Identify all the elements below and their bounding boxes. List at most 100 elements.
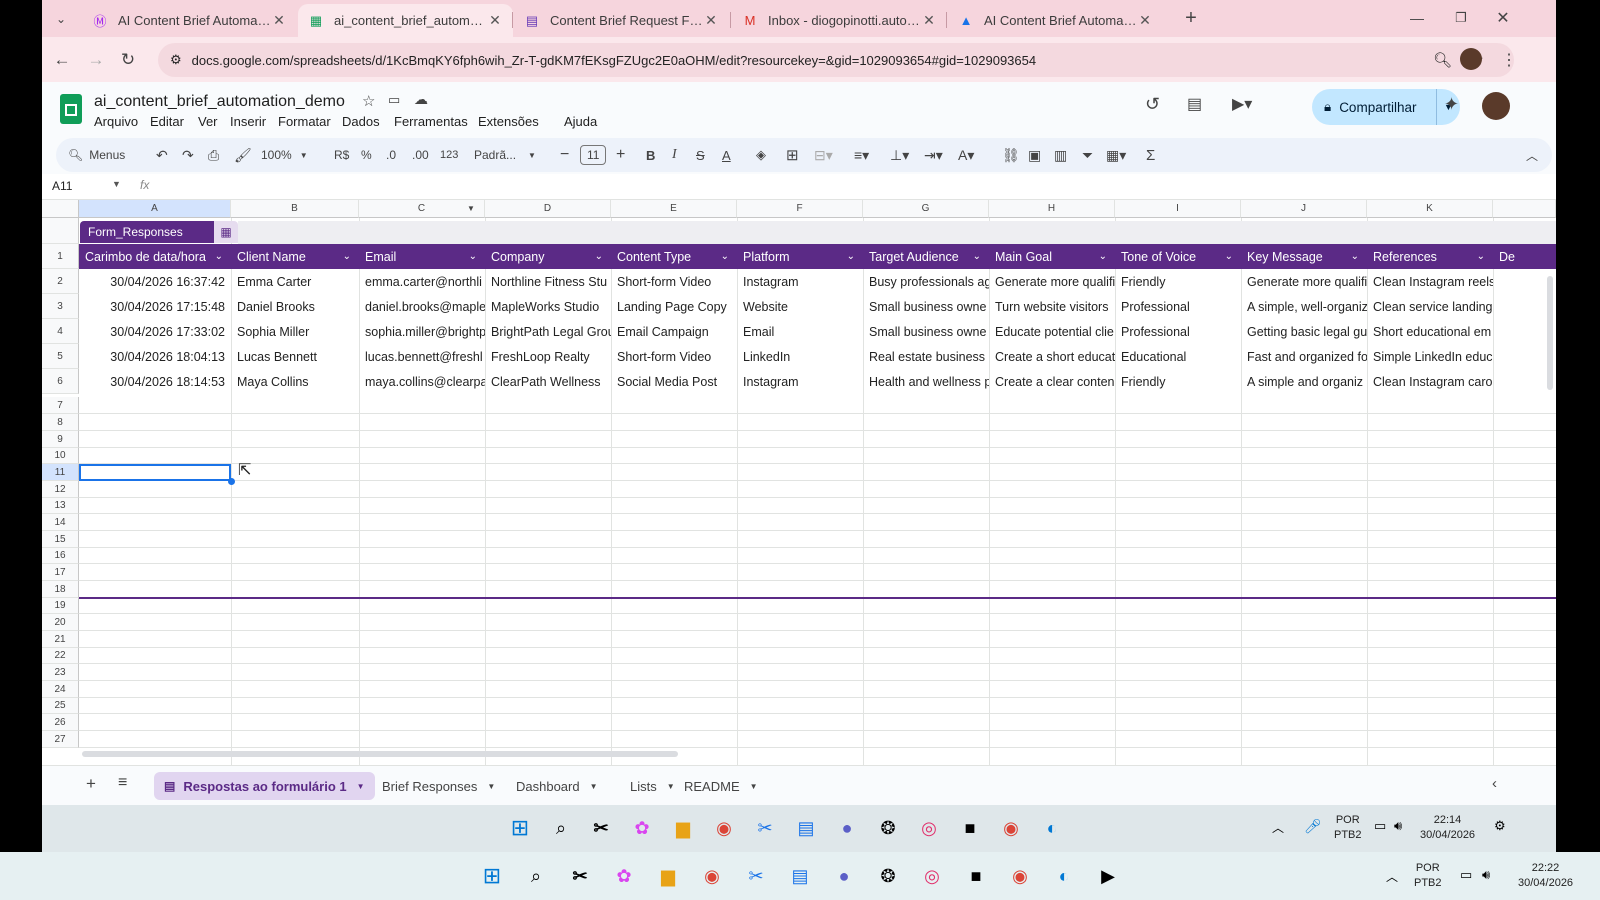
sheet-tab[interactable]: README ▼ <box>674 772 768 800</box>
header-dropdown-icon[interactable]: ⌄ <box>343 251 351 262</box>
site-info-icon[interactable]: ⚙ <box>170 52 182 68</box>
browser-tab[interactable]: Ⓜ AI Content Brief Automation | M✕ <box>82 4 297 37</box>
table-cell[interactable]: ClearPath Wellness <box>485 369 611 394</box>
media-player-icon[interactable]: ▶ <box>1095 863 1121 889</box>
capcut-icon[interactable]: ■ <box>963 863 989 889</box>
table-cell[interactable]: sophia.miller@brightp <box>359 319 485 344</box>
table-header-cell[interactable]: Company ⌄ <box>485 244 611 269</box>
selected-cell-a11[interactable] <box>79 464 231 481</box>
minimize-button[interactable]: — <box>1404 5 1430 31</box>
row-header[interactable]: 15 <box>42 531 79 548</box>
percent-button[interactable]: % <box>361 138 372 172</box>
table-header-cell[interactable]: De <box>1493 244 1556 269</box>
menu-item[interactable]: Formatar <box>278 114 331 129</box>
table-cell[interactable]: Social Media Post <box>611 369 737 394</box>
chrome-profile-icon[interactable]: ◉ <box>998 815 1024 841</box>
table-header-cell[interactable]: Main Goal ⌄ <box>989 244 1115 269</box>
row-header[interactable]: 16 <box>42 548 79 564</box>
row-header[interactable]: 7 <box>42 397 79 414</box>
column-header[interactable]: F <box>737 200 863 218</box>
table-cell[interactable]: Emma Carter <box>231 269 359 294</box>
table-cell[interactable]: Short-form Video <box>611 269 737 294</box>
header-dropdown-icon[interactable]: ⌄ <box>847 251 855 262</box>
column-header[interactable]: E <box>611 200 737 218</box>
row-header[interactable]: 27 <box>42 731 79 748</box>
table-cell[interactable]: Generate more qualifi <box>989 269 1115 294</box>
row-header[interactable]: 21 <box>42 631 79 648</box>
horizontal-scrollbar[interactable] <box>82 751 678 757</box>
number-format-button[interactable]: 123 <box>440 138 458 172</box>
header-dropdown-icon[interactable]: ⌄ <box>973 251 981 262</box>
tab-close-icon[interactable]: ✕ <box>703 12 719 29</box>
row-header[interactable]: 9 <box>42 431 79 448</box>
table-cell[interactable]: Health and wellness p <box>863 369 989 394</box>
text-color-icon[interactable]: A <box>722 138 731 172</box>
teams-icon[interactable]: ● <box>834 815 860 841</box>
table-cell[interactable]: Fast and organized fo <box>1241 344 1367 369</box>
tab-close-icon[interactable]: ✕ <box>1137 12 1153 29</box>
table-cell[interactable]: MapleWorks Studio <box>485 294 611 319</box>
select-all-corner[interactable] <box>42 200 79 218</box>
back-button[interactable]: ← <box>49 47 75 73</box>
table-cell[interactable]: 30/04/2026 18:04:13 <box>79 344 231 369</box>
table-cell[interactable]: Friendly <box>1115 269 1241 294</box>
row-header[interactable]: 11 <box>42 464 79 481</box>
table-name-chip[interactable]: Form_Responses⌄ <box>80 221 232 243</box>
vertical-align-icon[interactable]: ⊥▾ <box>890 138 909 172</box>
table-header-cell[interactable]: Key Message ⌄ <box>1241 244 1367 269</box>
network-icon[interactable]: ▭ <box>1374 818 1386 834</box>
menu-item[interactable]: Ferramentas <box>394 114 468 129</box>
formula-input[interactable] <box>162 178 1542 196</box>
table-header-cell[interactable]: Target Audience ⌄ <box>863 244 989 269</box>
copilot-icon[interactable]: ✿ <box>611 863 637 889</box>
copilot-icon[interactable]: ✿ <box>629 815 655 841</box>
sheet-tab[interactable]: Dashboard ▼ <box>506 772 608 800</box>
windows-start-icon[interactable]: ⊞ <box>479 863 505 889</box>
table-cell[interactable]: 30/04/2026 17:33:02 <box>79 319 231 344</box>
header-dropdown-icon[interactable]: ⌄ <box>595 251 603 262</box>
table-cell[interactable]: Create a clear conten <box>989 369 1115 394</box>
column-header[interactable]: A <box>79 200 231 218</box>
edge-icon[interactable]: ◐ <box>1039 815 1065 841</box>
search-icon[interactable]: ⌕ <box>523 863 549 889</box>
table-header-cell[interactable]: Email ⌄ <box>359 244 485 269</box>
row-header[interactable]: 22 <box>42 648 79 664</box>
chrome-icon[interactable]: ◉ <box>711 815 737 841</box>
volume-icon[interactable]: 🔊︎ <box>1394 818 1402 834</box>
row-header[interactable]: 2 <box>42 269 79 294</box>
menu-item[interactable]: Editar <box>150 114 184 129</box>
row-header[interactable]: 12 <box>42 481 79 498</box>
functions-icon[interactable]: Σ <box>1146 138 1155 172</box>
menu-item[interactable]: Inserir <box>230 114 266 129</box>
column-header-overflow[interactable] <box>1493 200 1556 218</box>
zoom-icon[interactable]: 🔍︎ <box>1433 51 1452 69</box>
forward-button[interactable]: → <box>83 47 109 73</box>
table-cell[interactable]: Small business owne <box>863 294 989 319</box>
inner-clock[interactable]: 22:14 30/04/2026 <box>1420 813 1475 843</box>
table-cell[interactable]: maya.collins@clearpa <box>359 369 485 394</box>
browser-tab[interactable]: ▤ Content Brief Request Form ✕ <box>514 4 729 37</box>
chart-icon[interactable]: ▥ <box>1054 138 1067 172</box>
row-header[interactable]: 10 <box>42 448 79 464</box>
bold-icon[interactable]: B <box>646 138 655 172</box>
browser-tab[interactable]: ▦ ai_content_brief_automation_d✕ <box>298 4 513 37</box>
column-header[interactable]: K <box>1367 200 1493 218</box>
horizontal-align-icon[interactable]: ≡▾ <box>854 138 869 172</box>
notepad-icon[interactable]: ▤ <box>793 815 819 841</box>
row-header[interactable]: 3 <box>42 294 79 319</box>
column-header[interactable]: B <box>231 200 359 218</box>
table-cell[interactable]: Turn website visitors <box>989 294 1115 319</box>
menu-item[interactable]: Ajuda <box>564 114 597 129</box>
header-dropdown-icon[interactable]: ⌄ <box>721 251 729 262</box>
table-cell[interactable]: Short-form Video <box>611 344 737 369</box>
table-cell[interactable]: Maya Collins <box>231 369 359 394</box>
account-avatar[interactable] <box>1482 92 1510 120</box>
add-sheet-button[interactable]: + <box>86 774 96 794</box>
inner-language[interactable]: POR PTB2 <box>1334 813 1362 843</box>
table-header-cell[interactable]: Content Type ⌄ <box>611 244 737 269</box>
table-header-cell[interactable]: References ⌄ <box>1367 244 1493 269</box>
tab-close-icon[interactable]: ✕ <box>271 12 287 29</box>
table-cell[interactable]: Clean service landing <box>1367 294 1493 319</box>
decrease-decimal-button[interactable]: .0 <box>386 138 396 172</box>
table-cell[interactable]: Clean Instagram reels <box>1367 269 1493 294</box>
